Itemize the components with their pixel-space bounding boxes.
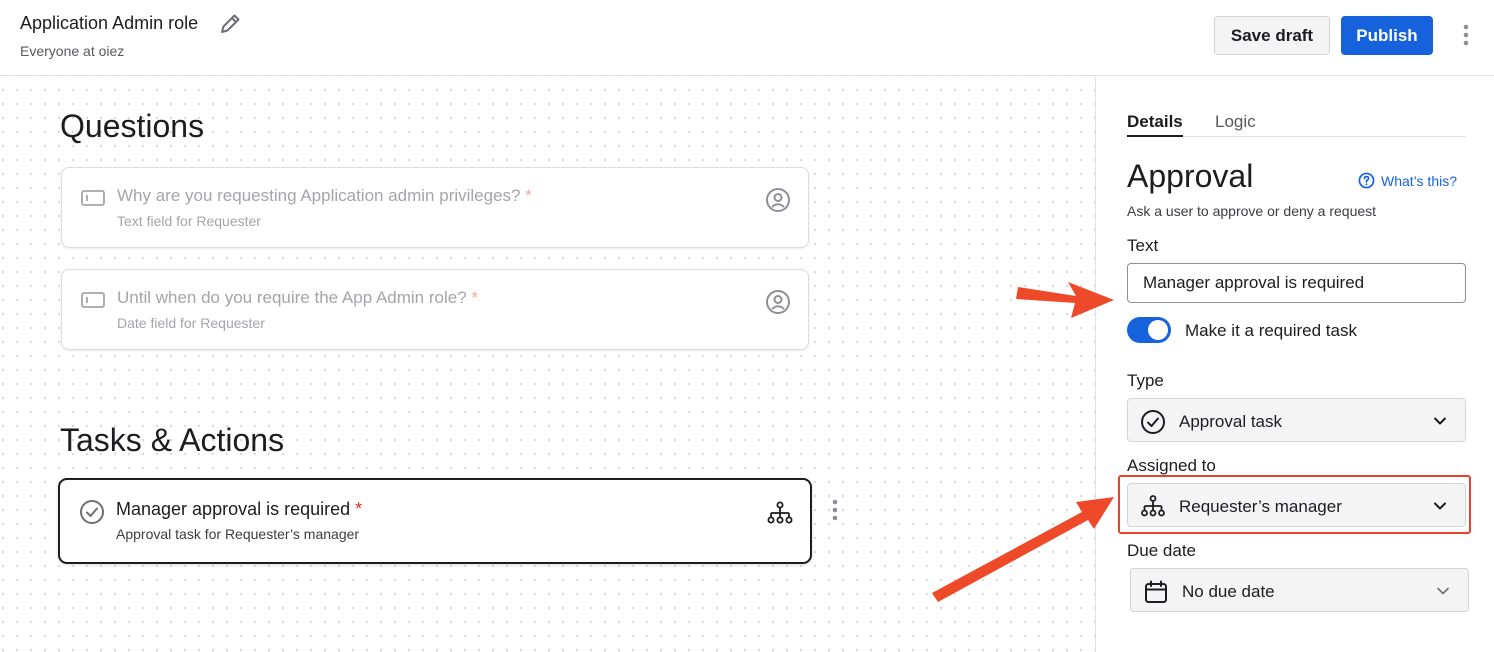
task-subtitle: Approval task for Requester’s manager [116,526,360,542]
panel-description: Ask a user to approve or deny a request [1127,203,1377,219]
required-task-label: Make it a required task [1185,321,1357,340]
due-date-select[interactable]: No due date [1130,568,1469,612]
questions-heading: Questions [60,108,205,144]
type-select[interactable]: Approval task [1127,398,1466,442]
tasks-heading: Tasks & Actions [60,422,285,458]
type-label: Type [1127,371,1164,390]
required-task-toggle[interactable] [1127,317,1171,343]
question-subtitle: Text field for Requester [117,213,261,229]
more-options-icon[interactable] [1455,22,1477,48]
date-field-icon [81,292,105,308]
panel-tabs: Details Logic [1127,110,1466,137]
task-card[interactable]: Manager approval is required * Approval … [58,478,812,564]
org-chart-icon [767,501,793,524]
text-field-label: Text [1127,236,1159,255]
check-circle-icon [1141,410,1165,434]
tab-details[interactable]: Details [1127,112,1183,137]
top-bar: Application Admin role Everyone at oiez … [0,0,1494,76]
task-text-input[interactable] [1127,263,1466,303]
help-circle-icon [1358,172,1375,189]
toggle-knob [1148,320,1168,340]
details-panel: Details Logic Approval What’s this? Ask … [1095,77,1494,652]
pencil-icon[interactable] [216,10,244,38]
question-text: Why are you requesting Application admin… [117,186,532,205]
question-subtitle: Date field for Requester [117,315,265,331]
text-field-icon [81,190,105,206]
page-subtitle: Everyone at oiez [20,43,125,59]
question-card[interactable]: Why are you requesting Application admin… [61,167,809,248]
type-value: Approval task [1179,412,1282,431]
save-draft-button[interactable]: Save draft [1214,16,1330,55]
requester-icon [766,188,790,212]
question-text: Until when do you require the App Admin … [117,288,479,307]
due-date-label: Due date [1127,541,1196,560]
due-date-value: No due date [1182,582,1275,601]
requester-icon [766,290,790,314]
calendar-icon [1145,580,1167,603]
whats-this-link[interactable]: What’s this? [1358,172,1457,189]
chevron-down-icon [1434,417,1446,425]
task-title: Manager approval is required * [116,499,363,519]
workflow-canvas [0,77,1095,652]
page-title: Application Admin role [20,13,199,33]
tab-logic[interactable]: Logic [1215,112,1256,137]
assigned-to-label: Assigned to [1127,456,1216,475]
task-more-options-icon[interactable] [826,497,844,523]
chevron-down-icon [1437,587,1449,595]
whats-this-label: What’s this? [1381,172,1457,189]
question-card[interactable]: Until when do you require the App Admin … [61,269,809,350]
publish-button[interactable]: Publish [1341,16,1433,55]
panel-title: Approval [1127,158,1254,194]
annotation-highlight [1118,475,1471,534]
check-circle-icon [80,500,104,524]
